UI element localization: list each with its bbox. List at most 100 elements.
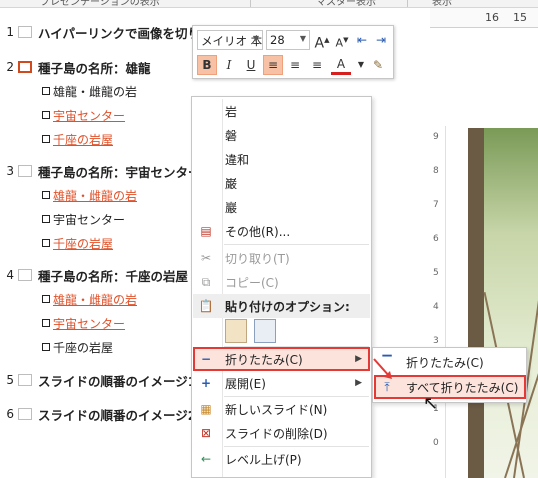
outline-bullet[interactable]: 雄龍・雌龍の岩 — [0, 184, 137, 206]
plus-icon: + — [200, 376, 212, 390]
bullet-link[interactable]: 千座の岩屋 — [53, 235, 113, 252]
outline-slide-5[interactable]: 5 スライドの順番のイメージ1 — [0, 369, 196, 391]
bullet-text[interactable]: 宇宙センター — [53, 211, 125, 228]
slide-thumb-icon[interactable] — [18, 26, 32, 38]
tab-presentation-view[interactable]: プレゼンテーションの表示 — [40, 0, 160, 7]
bullet-icon — [42, 135, 50, 143]
slide-thumb-icon[interactable] — [18, 61, 32, 73]
copy-icon: ⧉ — [201, 274, 211, 289]
bullet-icon — [42, 319, 50, 327]
outline-bullet[interactable]: 宇宙センター — [0, 104, 125, 126]
suggestion-label: 違和 — [225, 152, 250, 167]
suggestion-item[interactable]: 巌 — [193, 171, 370, 195]
outline-bullet[interactable]: 宇宙センター — [0, 208, 125, 230]
decrease-indent-icon[interactable]: ⇤ — [352, 30, 372, 50]
tab-master-view[interactable]: マスター表示 — [316, 0, 376, 7]
suggestion-item[interactable]: 岩 — [193, 99, 370, 123]
align-right-icon[interactable]: ≡ — [307, 55, 327, 75]
outline-slide-3[interactable]: 3 種子島の名所：宇宙センター — [0, 160, 201, 182]
slide-preview[interactable] — [468, 128, 538, 478]
chevron-down-icon: ▼ — [252, 34, 259, 43]
outline-slide-4[interactable]: 4 種子島の名所：千座の岩屋 — [0, 264, 188, 286]
slide-title[interactable]: 種子島の名所：雄龍 — [38, 58, 151, 77]
slide-title[interactable]: スライドの順番のイメージ1 — [38, 371, 196, 390]
shrink-font-icon[interactable]: A▼ — [332, 30, 352, 50]
slide-thumb-icon[interactable] — [18, 165, 32, 177]
slide-thumb-icon[interactable] — [18, 269, 32, 281]
delete-slide-icon: ⊠ — [200, 426, 212, 440]
bullet-link[interactable]: 雄龍・雌龍の岩 — [53, 291, 137, 308]
ruler-mark: 7 — [433, 200, 439, 210]
ruler-mark: 8 — [433, 166, 439, 176]
font-size-combo[interactable]: 28 ▼ — [266, 30, 310, 50]
outline-slide-2[interactable]: 2 種子島の名所：雄龍 — [0, 56, 151, 78]
tab-view[interactable]: 表示 — [432, 0, 452, 7]
outline-bullet[interactable]: 雄龍・雌龍の岩 — [0, 288, 137, 310]
promote-item[interactable]: ← レベル上げ(P) — [193, 447, 370, 471]
bullet-link[interactable]: 宇宙センター — [53, 315, 125, 332]
outline-slide-1[interactable]: 1 ハイパーリンクで画像を切り替 — [0, 21, 213, 43]
font-name-combo[interactable]: メイリオ 本 ▼ — [197, 30, 263, 50]
bullet-text[interactable]: 千座の岩屋 — [53, 339, 113, 356]
menu-label: 切り取り(T) — [225, 251, 290, 266]
slide-number: 3 — [6, 164, 14, 178]
ruler-mark: 15 — [513, 11, 527, 24]
slide-number: 6 — [6, 407, 14, 421]
annotation-arrow — [373, 358, 392, 379]
slide-title[interactable]: スライドの順番のイメージ2 — [38, 405, 196, 424]
underline-button[interactable]: U — [241, 55, 261, 75]
suggestion-item[interactable]: 巖 — [193, 195, 370, 219]
expand-item[interactable]: + 展開(E) ▶ — [193, 371, 370, 395]
align-left-icon[interactable]: ≡ — [263, 55, 283, 75]
suggestion-item[interactable]: 違和 — [193, 147, 370, 171]
clipboard-icon: 📋 — [198, 299, 214, 313]
vertical-ruler: 9 8 7 6 5 4 3 2 1 0 — [430, 126, 446, 478]
font-color-button[interactable]: A — [331, 55, 351, 75]
arrow-left-icon: ← — [200, 452, 212, 466]
delete-slide-item[interactable]: ⊠ スライドの削除(D) — [193, 421, 370, 445]
grow-font-icon[interactable]: A▲ — [312, 30, 332, 52]
minus-icon: − — [200, 352, 212, 366]
bold-button[interactable]: B — [197, 55, 217, 75]
increase-indent-icon[interactable]: ⇥ — [371, 30, 391, 50]
collapse-item[interactable]: − 折りたたみ(C) ▶ — [193, 347, 370, 371]
bullet-text[interactable]: 雄龍・雌龍の岩 — [53, 83, 137, 100]
more-suggestions-item[interactable]: ▤ その他(R)... — [193, 219, 370, 243]
format-painter-icon[interactable]: ✎ — [368, 55, 388, 75]
context-menu: 岩 磐 違和 巌 巖 ▤ その他(R)... ✂ 切り取り(T) ⧉ コピー(C) 📋… — [191, 96, 372, 478]
slide-title[interactable]: 種子島の名所：千座の岩屋 — [38, 266, 188, 285]
outline-bullet[interactable]: 宇宙センター — [0, 312, 125, 334]
new-slide-item[interactable]: ▦ 新しいスライド(N) — [193, 397, 370, 421]
outline-bullet[interactable]: 千座の岩屋 — [0, 336, 113, 358]
paste-picture-icon[interactable] — [254, 319, 276, 343]
align-center-icon[interactable]: ≡ — [285, 55, 305, 75]
outline-bullet[interactable]: 千座の岩屋 — [0, 232, 113, 254]
menu-label: スライドの削除(D) — [225, 426, 328, 441]
outline-slide-6[interactable]: 6 スライドの順番のイメージ2 — [0, 403, 196, 425]
slide-thumb-icon[interactable] — [18, 374, 32, 386]
menu-label: コピー(C) — [225, 275, 279, 290]
bullet-link[interactable]: 宇宙センター — [53, 107, 125, 124]
suggestion-label: 岩 — [225, 104, 238, 119]
bullet-link[interactable]: 千座の岩屋 — [53, 131, 113, 148]
bullet-icon — [42, 295, 50, 303]
slide-title[interactable]: 種子島の名所：宇宙センター — [38, 162, 201, 181]
menu-label: レベル上げ(P) — [225, 452, 302, 467]
scissors-icon: ✂ — [200, 251, 212, 265]
outline-bullet[interactable]: 雄龍・雌龍の岩 — [0, 80, 137, 102]
paste-keep-formatting-icon[interactable] — [225, 319, 247, 343]
suggestion-item[interactable]: 磐 — [193, 123, 370, 147]
outline-bullet[interactable]: 千座の岩屋 — [0, 128, 113, 150]
slide-number: 1 — [6, 25, 14, 39]
slide-title[interactable]: ハイパーリンクで画像を切り替 — [38, 23, 213, 42]
submenu-arrow-icon: ▶ — [355, 354, 362, 364]
slide-thumb-icon[interactable] — [18, 408, 32, 420]
bullet-link[interactable]: 雄龍・雌龍の岩 — [53, 187, 137, 204]
copy-item[interactable]: ⧉ コピー(C) — [193, 270, 370, 294]
ruler-mark: 3 — [433, 336, 439, 346]
new-slide-icon: ▦ — [200, 402, 212, 416]
horizontal-ruler: 16 15 — [430, 8, 538, 28]
italic-button[interactable]: I — [219, 55, 239, 75]
ruler-mark: 0 — [433, 438, 439, 448]
cut-item[interactable]: ✂ 切り取り(T) — [193, 246, 370, 270]
